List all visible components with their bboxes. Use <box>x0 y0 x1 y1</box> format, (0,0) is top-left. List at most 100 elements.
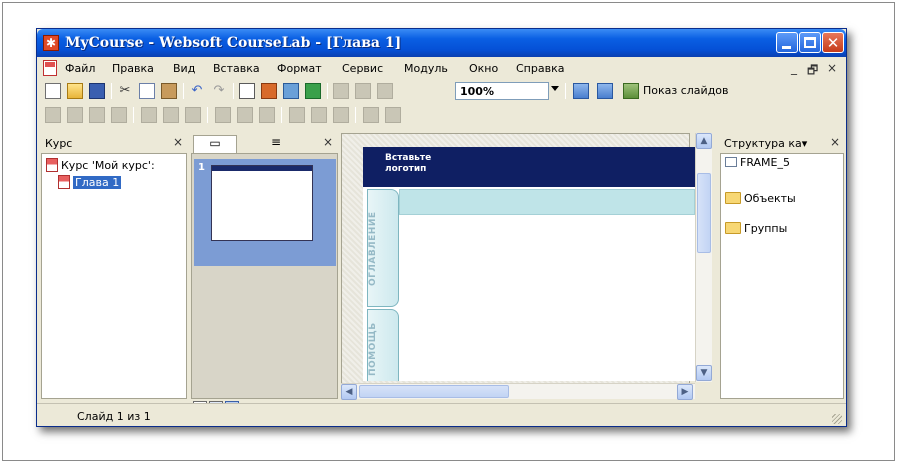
horizontal-scrollbar[interactable]: ◀ ▶ <box>341 383 695 400</box>
menu-tools[interactable]: Сервис <box>342 62 383 75</box>
chevron-down-icon[interactable] <box>551 86 559 91</box>
tab-outline[interactable]: ≡ <box>261 135 291 153</box>
minimize-icon <box>782 46 791 49</box>
logo-placeholder[interactable]: Вставьте логотип <box>385 153 431 175</box>
scroll-up-icon[interactable]: ▲ <box>696 133 712 149</box>
slide-thumbnail-selected[interactable]: 1 <box>194 159 336 266</box>
horizontal-scroll-thumb[interactable] <box>359 385 509 398</box>
structure-item-objects[interactable]: Объекты <box>725 192 796 205</box>
menu-window[interactable]: Окно <box>469 62 498 75</box>
help-tab[interactable]: ПОМОЩЬ <box>367 309 399 381</box>
shape-icon[interactable] <box>283 83 299 99</box>
vertical-scrollbar[interactable]: ▲ ▼ <box>695 133 712 382</box>
scroll-down-icon[interactable]: ▼ <box>696 365 712 381</box>
undo-icon[interactable]: ↶ <box>189 83 205 99</box>
bring-front-icon[interactable] <box>289 107 305 123</box>
doc-minimize-button[interactable]: _ <box>791 61 797 75</box>
distribute-vertical-icon[interactable] <box>185 107 201 123</box>
contents-tab-label: ОГЛАВЛЕНИЕ <box>368 211 378 287</box>
app-window: ✱ MyCourse - Websoft CourseLab - [Глава … <box>36 28 847 427</box>
chart-icon[interactable] <box>305 83 321 99</box>
same-size-icon[interactable] <box>259 107 275 123</box>
thumbnail-header <box>212 166 312 171</box>
link-icon[interactable] <box>377 83 393 99</box>
maximize-button[interactable] <box>799 32 821 53</box>
structure-item-objects-label: Объекты <box>744 192 796 205</box>
structure-tree: FRAME_5 Объекты Группы <box>720 153 844 399</box>
title-bar[interactable]: ✱ MyCourse - Websoft CourseLab - [Глава … <box>37 29 846 57</box>
vertical-scroll-thumb[interactable] <box>697 173 711 253</box>
align-center-icon[interactable] <box>67 107 83 123</box>
course-pane-close-button[interactable]: × <box>173 135 183 149</box>
menu-format[interactable]: Формат <box>277 62 322 75</box>
slide-canvas[interactable]: Вставьте логотип ОГЛАВЛЕНИЕ ПОМОЩЬ <box>363 147 695 381</box>
same-height-icon[interactable] <box>237 107 253 123</box>
paste-icon[interactable] <box>161 83 177 99</box>
slideshow-button[interactable]: Показ слайдов <box>643 84 729 97</box>
align-right-icon[interactable] <box>89 107 105 123</box>
menu-module[interactable]: Модуль <box>404 62 448 75</box>
properties-icon[interactable] <box>355 83 371 99</box>
scroll-left-icon[interactable]: ◀ <box>341 384 357 400</box>
structure-item-frame[interactable]: FRAME_5 <box>725 156 790 169</box>
scroll-right-icon[interactable]: ▶ <box>677 384 693 400</box>
slides-pane-close-button[interactable]: × <box>323 135 333 149</box>
resize-grip-icon[interactable] <box>832 414 842 424</box>
contents-tab[interactable]: ОГЛАВЛЕНИЕ <box>367 189 399 307</box>
window-title: MyCourse - Websoft CourseLab - [Глава 1] <box>65 35 402 51</box>
align-top-icon[interactable] <box>111 107 127 123</box>
toolbar-separator <box>183 83 184 99</box>
doc-close-button[interactable]: × <box>827 61 837 75</box>
copy-icon[interactable] <box>139 83 155 99</box>
tab-slides[interactable]: ▭ <box>193 135 237 153</box>
help-tab-label: ПОМОЩЬ <box>368 322 378 376</box>
structure-item-groups-label: Группы <box>744 222 788 235</box>
duplicate-slide-icon[interactable] <box>597 83 613 99</box>
document-icon[interactable] <box>43 60 57 76</box>
save-icon[interactable] <box>89 83 105 99</box>
open-icon[interactable] <box>67 83 83 99</box>
toolbar-separator <box>327 83 328 99</box>
distribute-horizontal-icon[interactable] <box>163 107 179 123</box>
tree-item-chapter[interactable]: Глава 1 <box>58 175 122 189</box>
textbox-icon[interactable] <box>239 83 255 99</box>
add-slide-icon[interactable] <box>573 83 589 99</box>
structure-pane-close-button[interactable]: × <box>830 135 840 149</box>
redo-icon[interactable]: ↷ <box>211 83 227 99</box>
toolbar-separator <box>111 83 112 99</box>
menu-help[interactable]: Справка <box>516 62 564 75</box>
menu-view[interactable]: Вид <box>173 62 195 75</box>
slideshow-icon[interactable] <box>623 83 639 99</box>
ungroup-icon[interactable] <box>363 107 379 123</box>
format-painter-icon[interactable] <box>333 83 349 99</box>
slide-header: Вставьте логотип <box>363 147 695 187</box>
menu-file[interactable]: Файл <box>65 62 95 75</box>
toolbar-separator <box>565 83 566 99</box>
tree-item-course[interactable]: Курс 'Мой курс': <box>46 158 155 172</box>
align-middle-icon[interactable] <box>141 107 157 123</box>
logo-line-1: Вставьте <box>385 153 432 163</box>
slide-title-band[interactable] <box>399 189 695 215</box>
logo-line-2: логотип <box>385 164 427 174</box>
toolbar-separator <box>207 107 208 123</box>
close-icon: ✕ <box>826 34 840 52</box>
close-button[interactable]: ✕ <box>822 32 844 53</box>
zoom-select[interactable]: 100% <box>455 82 549 100</box>
menu-insert[interactable]: Вставка <box>213 62 260 75</box>
same-width-icon[interactable] <box>215 107 231 123</box>
send-back-icon[interactable] <box>311 107 327 123</box>
group-icon[interactable] <box>333 107 349 123</box>
course-icon <box>46 158 58 172</box>
menu-edit[interactable]: Правка <box>112 62 154 75</box>
minimize-button[interactable] <box>776 32 798 53</box>
structure-pane-title[interactable]: Структура ка▾ <box>724 137 807 150</box>
order-icon[interactable] <box>385 107 401 123</box>
slide-thumbnail[interactable] <box>211 165 313 241</box>
new-icon[interactable] <box>45 83 61 99</box>
cut-icon[interactable]: ✂ <box>117 83 133 99</box>
image-icon[interactable] <box>261 83 277 99</box>
courselab-app-icon[interactable]: ✱ <box>43 35 59 51</box>
structure-item-groups[interactable]: Группы <box>725 222 787 235</box>
align-left-icon[interactable] <box>45 107 61 123</box>
folder-icon <box>725 192 741 204</box>
